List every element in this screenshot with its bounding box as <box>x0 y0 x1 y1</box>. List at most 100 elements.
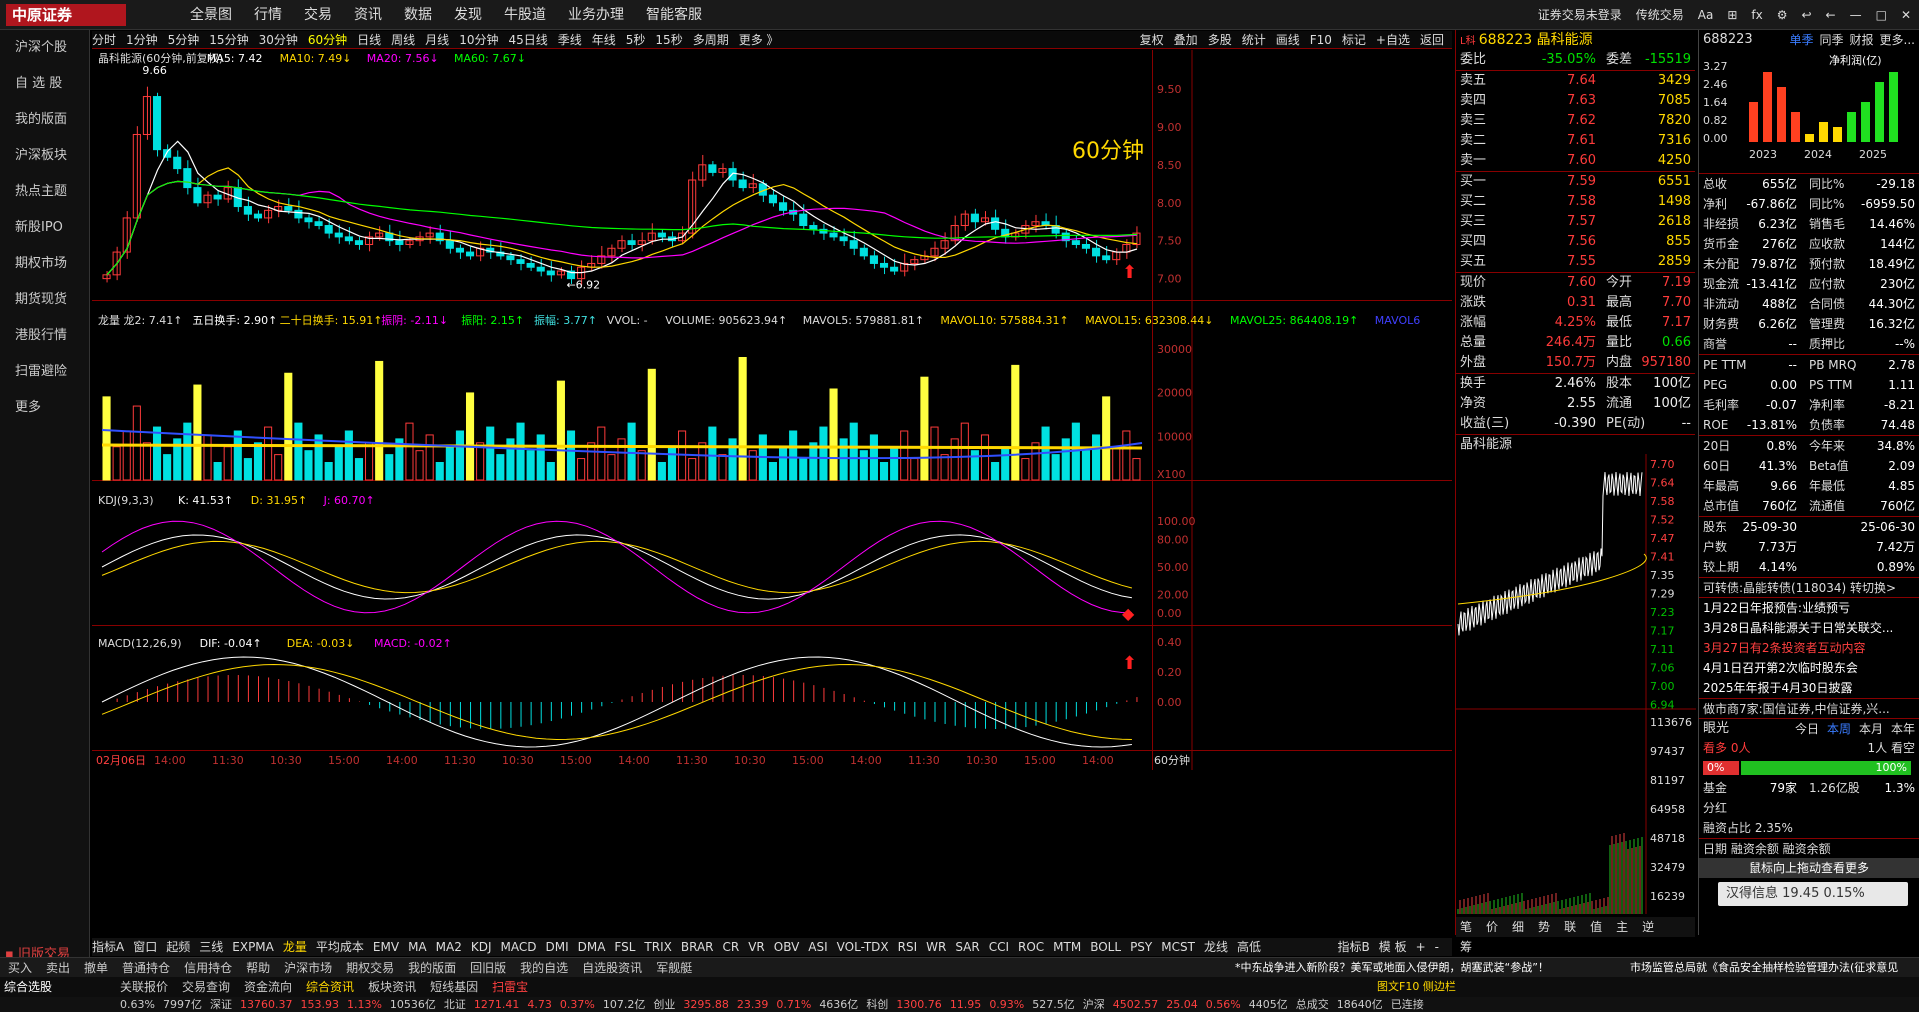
news-item-3[interactable]: 4月1日召开第2次临时股东会 <box>1699 658 1919 678</box>
indicator-tab-27[interactable]: MTM <box>1053 938 1081 956</box>
indicator-tab-21[interactable]: VOL-TDX <box>837 938 889 956</box>
indicator-tab-4[interactable]: EXPMA <box>232 938 274 956</box>
bottom-btn-6[interactable]: 沪深市场 <box>284 958 332 978</box>
tool-button-8[interactable]: 返回 <box>1420 31 1444 49</box>
sidebar-item-9[interactable]: 扫雷避险 <box>0 354 89 390</box>
eye-tab-0[interactable]: 今日 <box>1795 722 1819 736</box>
tool-button-2[interactable]: 多股 <box>1208 31 1232 49</box>
period-tab-0[interactable]: 分时 <box>92 31 116 49</box>
window-tool-icon-7[interactable]: ← <box>1826 8 1836 22</box>
window-tool-icon-8[interactable]: — <box>1850 8 1862 22</box>
sidebar-item-7[interactable]: 期货现货 <box>0 282 89 318</box>
period-tab-5[interactable]: 60分钟 <box>308 31 347 49</box>
bottom-btn-7[interactable]: 期权交易 <box>346 958 394 978</box>
indicator-tab-9[interactable]: MA2 <box>436 938 462 956</box>
bottom-btn-8[interactable]: 我的版面 <box>408 958 456 978</box>
indicator-tab-19[interactable]: OBV <box>774 938 800 956</box>
intraday-mini-chart[interactable]: 7.70 7.64 7.58 7.52 7.47 7.41 7.35 7.29 7.23 7.17… <box>1456 454 1696 914</box>
sidebar-item-1[interactable]: 自 选 股 <box>0 66 89 102</box>
indicator-right-0[interactable]: 指标B <box>1338 938 1370 956</box>
bottom-btn-0[interactable]: 买入 <box>8 958 32 978</box>
window-tool-icon-6[interactable]: ↩ <box>1801 8 1811 22</box>
quote-tab-5[interactable]: 值 <box>1590 920 1602 934</box>
indicator-right-3[interactable]: - <box>1435 938 1439 956</box>
quote-tab-1[interactable]: 价 <box>1486 920 1498 934</box>
bottom-btn-4[interactable]: 信用持仓 <box>184 958 232 978</box>
menu-item-6[interactable]: 牛股道 <box>504 0 546 30</box>
quote-tab-4[interactable]: 联 <box>1564 920 1576 934</box>
bottom-btn-3[interactable]: 普通持仓 <box>122 958 170 978</box>
indicator-tab-2[interactable]: 起频 <box>166 938 190 956</box>
menu-item-1[interactable]: 行情 <box>254 0 282 30</box>
indicator-tab-15[interactable]: TRIX <box>644 938 671 956</box>
indicator-right-2[interactable]: + <box>1416 938 1426 956</box>
period-tab-7[interactable]: 周线 <box>391 31 415 49</box>
menu-item-4[interactable]: 数据 <box>404 0 432 30</box>
quote-tab-3[interactable]: 势 <box>1538 920 1550 934</box>
indicator-tab-5[interactable]: 龙量 <box>283 938 307 956</box>
bottom-btn-12[interactable]: 军舰艇 <box>656 958 692 978</box>
bottom-btn-1[interactable]: 卖出 <box>46 958 70 978</box>
menu-item-8[interactable]: 智能客服 <box>646 0 702 30</box>
eye-tab-2[interactable]: 本月 <box>1859 722 1883 736</box>
stock-tooltip[interactable]: 汉得信息 19.45 0.15% <box>1718 882 1908 906</box>
bottom-btn-11[interactable]: 自选股资讯 <box>582 958 642 978</box>
indicator-tab-25[interactable]: CCI <box>989 938 1009 956</box>
fin-tab-3[interactable]: 更多... <box>1880 33 1915 47</box>
window-tool-icon-4[interactable]: fx <box>1751 8 1762 22</box>
indicator-tab-7[interactable]: EMV <box>373 938 399 956</box>
news-ticker-2[interactable]: 市场监管总局就《食品安全抽样检验管理办法(征求意见 <box>1630 958 1915 978</box>
tool-button-5[interactable]: F10 <box>1310 31 1332 49</box>
tool-button-3[interactable]: 统计 <box>1242 31 1266 49</box>
quote-tab-0[interactable]: 笔 <box>1460 920 1472 934</box>
quote-tab-7[interactable]: 逆 <box>1642 920 1654 934</box>
indicator-tab-17[interactable]: CR <box>723 938 740 956</box>
menu-item-3[interactable]: 资讯 <box>354 0 382 30</box>
bottom-tab-6[interactable]: 扫雷宝 <box>492 977 528 997</box>
indicator-tab-29[interactable]: PSY <box>1130 938 1152 956</box>
sidebar-item-10[interactable]: 更多 <box>0 390 89 426</box>
f10-sidebar-toggle[interactable]: 图文F10 侧边栏 <box>1377 977 1456 997</box>
bottom-tab-1[interactable]: 交易查询 <box>182 977 230 997</box>
indicator-tab-0[interactable]: 指标A <box>92 938 124 956</box>
window-tool-icon-5[interactable]: ⚙ <box>1777 8 1788 22</box>
news-item-2[interactable]: 3月27日有2条投资者互动内容 <box>1699 638 1919 658</box>
period-tab-8[interactable]: 月线 <box>425 31 449 49</box>
news-item-0[interactable]: 1月22日年报预告:业绩预亏 <box>1699 598 1919 618</box>
indicator-tab-12[interactable]: DMI <box>545 938 568 956</box>
period-tab-6[interactable]: 日线 <box>357 31 381 49</box>
bottom-tab-2[interactable]: 资金流向 <box>244 977 292 997</box>
indicator-tab-3[interactable]: 三线 <box>199 938 223 956</box>
indicator-tab-16[interactable]: BRAR <box>681 938 714 956</box>
indicator-tab-20[interactable]: ASI <box>808 938 827 956</box>
indicator-tab-18[interactable]: VR <box>748 938 765 956</box>
window-tool-icon-10[interactable]: ✕ <box>1901 8 1911 22</box>
top-link-1[interactable]: 传统交易 <box>1636 8 1684 22</box>
eye-tab-1[interactable]: 本周 <box>1827 722 1851 736</box>
tool-button-7[interactable]: +自选 <box>1376 31 1410 49</box>
sidebar-item-0[interactable]: 沪深个股 <box>0 30 89 66</box>
quote-tab-2[interactable]: 细 <box>1512 920 1524 934</box>
indicator-tab-6[interactable]: 平均成本 <box>316 938 364 956</box>
sidebar-item-3[interactable]: 沪深板块 <box>0 138 89 174</box>
indicator-tab-14[interactable]: FSL <box>614 938 635 956</box>
quote-tab-8[interactable]: 筹 <box>1460 940 1472 954</box>
indicator-tab-8[interactable]: MA <box>408 938 427 956</box>
bottom-tab-0[interactable]: 关联报价 <box>120 977 168 997</box>
indicator-tab-11[interactable]: MACD <box>500 938 536 956</box>
bottom-btn-10[interactable]: 我的自选 <box>520 958 568 978</box>
indicator-tab-1[interactable]: 窗口 <box>133 938 157 956</box>
indicator-tab-22[interactable]: RSI <box>898 938 918 956</box>
indicator-tab-32[interactable]: 高低 <box>1237 938 1261 956</box>
period-tab-14[interactable]: 15秒 <box>655 31 682 49</box>
kline-chart-svg[interactable]: 晶科能源(60分钟,前复权)MA5: 7.42 MA10: 7.49↓ MA20: … <box>92 50 1452 935</box>
menu-item-7[interactable]: 业务办理 <box>568 0 624 30</box>
fin-tab-1[interactable]: 同季 <box>1820 33 1844 47</box>
period-tab-13[interactable]: 5秒 <box>626 31 646 49</box>
sidebar-item-6[interactable]: 期权市场 <box>0 246 89 282</box>
convertible-bond-link[interactable]: 可转债:晶能转债(118034) 转切换> <box>1699 577 1919 597</box>
news-item-4[interactable]: 2025年年报于4月30日披露 <box>1699 678 1919 698</box>
period-tab-12[interactable]: 年线 <box>592 31 616 49</box>
fin-tab-2[interactable]: 财报 <box>1850 33 1874 47</box>
menu-item-5[interactable]: 发现 <box>454 0 482 30</box>
